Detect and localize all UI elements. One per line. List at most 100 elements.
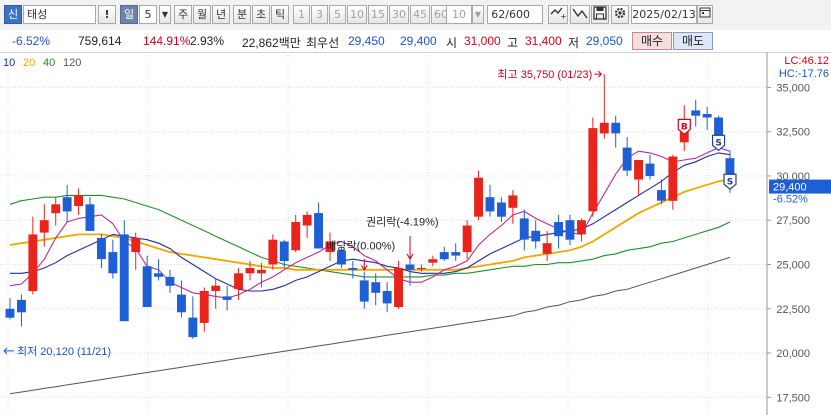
buy-signal-badge-letter: B [681, 122, 688, 132]
count-total: /600 [505, 8, 530, 21]
period-month-button[interactable]: 월 [193, 5, 211, 24]
period-minute-button[interactable]: 분 [233, 5, 251, 24]
date-input[interactable]: 2025/02/13 [631, 5, 697, 24]
interval-button[interactable]: 5 [329, 5, 346, 24]
candle-body [622, 147, 632, 171]
candle-body [565, 220, 575, 240]
candle [371, 273, 381, 306]
best-ask: 29,450 [348, 34, 385, 48]
candle-body [451, 252, 461, 256]
candle-body [359, 280, 369, 302]
candle-body [62, 197, 72, 212]
candle-body [51, 204, 61, 214]
period-dropdown-icon[interactable]: ▼ [159, 5, 171, 24]
volume-ratio: 144.91% [143, 34, 191, 48]
period-number-input[interactable]: 5 [139, 5, 157, 24]
y-tick-label: 17,500 [776, 392, 810, 404]
interval-button[interactable]: 3 [311, 5, 328, 24]
candle [17, 294, 26, 327]
candle-body [188, 317, 198, 338]
candle [211, 278, 221, 309]
y-tick-label: 32,500 [776, 127, 810, 139]
candle-body [119, 234, 129, 322]
open-label: 시 [446, 36, 458, 50]
candle-body [177, 294, 186, 313]
candle-body [108, 252, 118, 274]
lc-label: LC:46.12 [784, 55, 829, 67]
count-value: 62 [491, 8, 506, 21]
candle-body [28, 234, 38, 292]
interval-button[interactable]: 30 [389, 5, 409, 24]
turnover-ratio: 2.93% [190, 34, 225, 48]
new-stock-icon[interactable]: 신 [4, 5, 22, 24]
candle-body [611, 122, 621, 134]
candle-body [5, 308, 15, 318]
candle-body [405, 264, 415, 270]
buy-button[interactable]: 매수 [632, 32, 672, 50]
candle-body [634, 160, 643, 180]
stock-name-input[interactable]: 태성 [23, 5, 96, 24]
interval-button[interactable]: 45 [410, 5, 430, 24]
candle-body [485, 197, 495, 212]
candle-body [394, 268, 403, 307]
candle-body [531, 230, 541, 242]
count-input[interactable]: 62/600 [487, 5, 543, 24]
candle-body [428, 259, 438, 263]
candle-body [348, 268, 358, 270]
price-chart[interactable]: 17,50020,00022,50025,00027,50030,00032,5… [0, 52, 831, 415]
sell-button[interactable]: 매도 [673, 32, 713, 50]
draw-tool-icon[interactable] [570, 5, 590, 24]
candle-body [508, 195, 518, 208]
candle-body [234, 273, 243, 290]
candle [62, 184, 72, 222]
interval-input[interactable]: 10 [446, 5, 472, 24]
gear-icon[interactable] [611, 5, 629, 24]
period-year-button[interactable]: 년 [212, 5, 230, 24]
candle [51, 197, 61, 226]
interval-button[interactable]: 10 [347, 5, 367, 24]
quote-info-bar: -6.52% 759,614 144.91% 2.93% 22,862백만 최우… [0, 30, 831, 53]
best-quote-label: 최우선 [306, 36, 340, 50]
candle [588, 117, 598, 217]
candle-body [165, 276, 175, 286]
ma-legend-label: 20 [23, 57, 35, 69]
candle [85, 197, 95, 231]
candle [291, 214, 301, 253]
candle-body [85, 204, 95, 231]
dividend-annotation: 배당락(0.00%) [326, 239, 395, 252]
candle [382, 282, 392, 313]
candle-body [519, 218, 529, 240]
rights-annotation: 권리락(-4.19%) [366, 216, 439, 229]
add-indicator-icon[interactable]: + [548, 5, 568, 24]
interval-button[interactable]: 1 [293, 5, 310, 24]
sell-signal-badge-letter: S [727, 177, 733, 187]
interval-button[interactable]: 15 [368, 5, 388, 24]
candle-body [39, 220, 49, 233]
candle [439, 246, 449, 261]
calendar-icon[interactable] [697, 5, 713, 24]
candle-body [599, 122, 609, 134]
candle [154, 259, 163, 281]
candle-body [417, 268, 426, 269]
period-day-button[interactable]: 일 [120, 5, 138, 24]
candle [565, 214, 575, 246]
save-icon[interactable] [591, 5, 609, 24]
candle [142, 255, 152, 307]
y-tick-label: 22,500 [776, 304, 810, 316]
rights-arrow [406, 236, 414, 261]
period-tick-button[interactable]: 틱 [271, 5, 289, 24]
candle-body [554, 222, 563, 237]
interval-dropdown-icon[interactable]: ▼ [472, 5, 484, 24]
period-week-button[interactable]: 주 [174, 5, 192, 24]
candle [108, 239, 118, 279]
candle-body [154, 273, 163, 277]
candle-body [588, 128, 598, 212]
candle-body [268, 239, 278, 265]
alert-button[interactable]: ! [98, 5, 116, 24]
candle [691, 99, 701, 127]
candle [622, 136, 632, 176]
svg-text:+: + [560, 12, 566, 20]
period-second-button[interactable]: 초 [252, 5, 270, 24]
y-tick-label: 27,500 [776, 215, 810, 227]
candle [497, 197, 506, 222]
